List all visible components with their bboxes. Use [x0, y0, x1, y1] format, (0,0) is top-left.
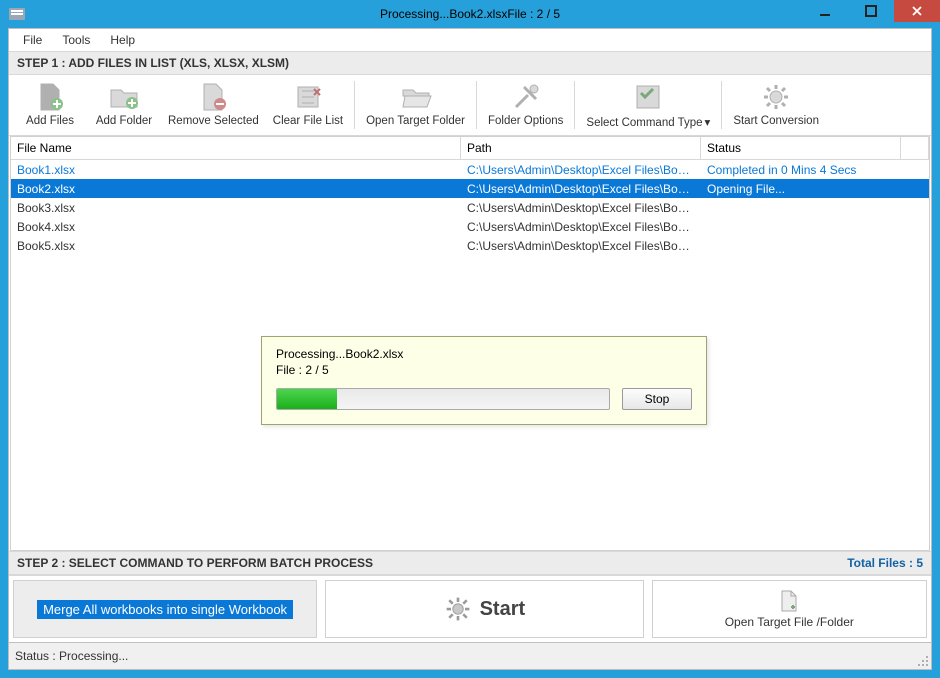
status-text: Status : Processing...	[15, 649, 128, 663]
app-window: Processing...Book2.xlsxFile : 2 / 5 File…	[0, 0, 940, 678]
toolbar-separator	[574, 81, 575, 129]
app-icon	[8, 5, 26, 23]
title-bar: Processing...Book2.xlsxFile : 2 / 5	[0, 0, 940, 28]
progress-line2: File : 2 / 5	[276, 363, 329, 377]
select-mode-label: Merge All workbooks into single Workbook	[37, 600, 293, 619]
add-files-button[interactable]: Add Files	[13, 77, 87, 133]
toolbar-separator	[476, 81, 477, 129]
file-status-cell	[701, 245, 901, 247]
add-folder-button[interactable]: Add Folder	[87, 77, 161, 133]
file-remove-icon	[197, 81, 229, 113]
client-area: File Tools Help STEP 1 : ADD FILES IN LI…	[8, 28, 932, 670]
table-row[interactable]: Book5.xlsxC:\Users\Admin\Desktop\Excel F…	[11, 236, 929, 255]
file-list-header: File Name Path Status	[11, 137, 929, 160]
status-bar: Status : Processing...	[9, 642, 931, 669]
folder-options-label: Folder Options	[488, 115, 563, 127]
menu-help[interactable]: Help	[100, 31, 145, 49]
file-status-cell: Completed in 0 Mins 4 Secs	[701, 162, 901, 178]
file-status-cell	[701, 207, 901, 209]
select-mode-button[interactable]: Merge All workbooks into single Workbook	[13, 580, 317, 638]
table-row[interactable]: Book1.xlsxC:\Users\Admin\Desktop\Excel F…	[11, 160, 929, 179]
file-add-icon	[34, 81, 66, 113]
minimize-button[interactable]	[802, 0, 848, 22]
total-files-label: Total Files : 5	[847, 556, 923, 570]
progress-dialog: Processing...Book2.xlsx File : 2 / 5 Sto…	[261, 336, 707, 425]
toolbar-separator	[354, 81, 355, 129]
file-status-cell	[701, 226, 901, 228]
progress-bar-fill	[277, 389, 337, 409]
progress-bar	[276, 388, 610, 410]
command-type-icon	[632, 81, 664, 113]
toolbar: Add Files Add Folder Remove Selected Cle…	[9, 75, 931, 136]
gear-icon	[444, 595, 472, 623]
file-path-cell: C:\Users\Admin\Desktop\Excel Files\Book.…	[461, 219, 701, 235]
select-command-type-label: Select Command Type▾	[586, 115, 710, 129]
toolbar-separator	[721, 81, 722, 129]
file-name-cell: Book1.xlsx	[11, 162, 461, 178]
file-name-cell: Book5.xlsx	[11, 238, 461, 254]
progress-line1: Processing...Book2.xlsx	[276, 347, 403, 361]
window-title: Processing...Book2.xlsxFile : 2 / 5	[380, 7, 560, 21]
file-status-cell: Opening File...	[701, 181, 901, 197]
folder-add-icon	[108, 81, 140, 113]
step2-header-row: STEP 2 : SELECT COMMAND TO PERFORM BATCH…	[9, 551, 931, 575]
add-files-label: Add Files	[26, 115, 74, 127]
remove-selected-button[interactable]: Remove Selected	[161, 77, 266, 133]
folder-options-button[interactable]: Folder Options	[481, 77, 570, 133]
start-label: Start	[480, 598, 526, 621]
chevron-down-icon: ▾	[705, 115, 711, 129]
column-path-header[interactable]: Path	[461, 137, 701, 159]
file-path-cell: C:\Users\Admin\Desktop\Excel Files\Book.…	[461, 162, 701, 178]
resize-gripper-icon[interactable]	[915, 653, 929, 667]
clear-list-button[interactable]: Clear File List	[266, 77, 350, 133]
select-command-type-button[interactable]: Select Command Type▾	[579, 77, 717, 133]
table-row[interactable]: Book3.xlsxC:\Users\Admin\Desktop\Excel F…	[11, 198, 929, 217]
table-row[interactable]: Book4.xlsxC:\Users\Admin\Desktop\Excel F…	[11, 217, 929, 236]
file-name-cell: Book4.xlsx	[11, 219, 461, 235]
step1-header: STEP 1 : ADD FILES IN LIST (XLS, XLSX, X…	[9, 51, 931, 75]
table-row[interactable]: Book2.xlsxC:\Users\Admin\Desktop\Excel F…	[11, 179, 929, 198]
add-folder-label: Add Folder	[96, 115, 152, 127]
step2-panel: Merge All workbooks into single Workbook…	[9, 575, 931, 642]
open-target-file-folder-button[interactable]: Open Target File /Folder	[652, 580, 927, 638]
open-target-folder-label: Open Target Folder	[366, 115, 465, 127]
menu-tools[interactable]: Tools	[52, 31, 100, 49]
close-button[interactable]	[894, 0, 940, 22]
folder-open-icon	[400, 81, 432, 113]
start-conversion-button[interactable]: Start Conversion	[726, 77, 826, 133]
window-controls	[802, 0, 940, 22]
open-target-folder-button[interactable]: Open Target Folder	[359, 77, 472, 133]
column-name-header[interactable]: File Name	[11, 137, 461, 159]
tools-icon	[510, 81, 542, 113]
file-name-cell: Book3.xlsx	[11, 200, 461, 216]
file-target-icon	[777, 589, 801, 613]
stop-button[interactable]: Stop	[622, 388, 692, 410]
maximize-button[interactable]	[848, 0, 894, 22]
open-target-file-folder-label: Open Target File /Folder	[725, 615, 854, 629]
remove-selected-label: Remove Selected	[168, 115, 259, 127]
start-button[interactable]: Start	[325, 580, 644, 638]
column-status-header[interactable]: Status	[701, 137, 901, 159]
file-path-cell: C:\Users\Admin\Desktop\Excel Files\Book.…	[461, 200, 701, 216]
gear-icon	[760, 81, 792, 113]
file-path-cell: C:\Users\Admin\Desktop\Excel Files\Book.…	[461, 181, 701, 197]
file-name-cell: Book2.xlsx	[11, 181, 461, 197]
start-conversion-label: Start Conversion	[733, 115, 819, 127]
column-spacer	[901, 137, 929, 159]
step2-header: STEP 2 : SELECT COMMAND TO PERFORM BATCH…	[17, 556, 373, 570]
menu-bar: File Tools Help	[9, 29, 931, 51]
clear-list-icon	[292, 81, 324, 113]
clear-list-label: Clear File List	[273, 115, 343, 127]
file-path-cell: C:\Users\Admin\Desktop\Excel Files\Book.…	[461, 238, 701, 254]
menu-file[interactable]: File	[13, 31, 52, 49]
progress-text: Processing...Book2.xlsx File : 2 / 5	[276, 347, 692, 378]
